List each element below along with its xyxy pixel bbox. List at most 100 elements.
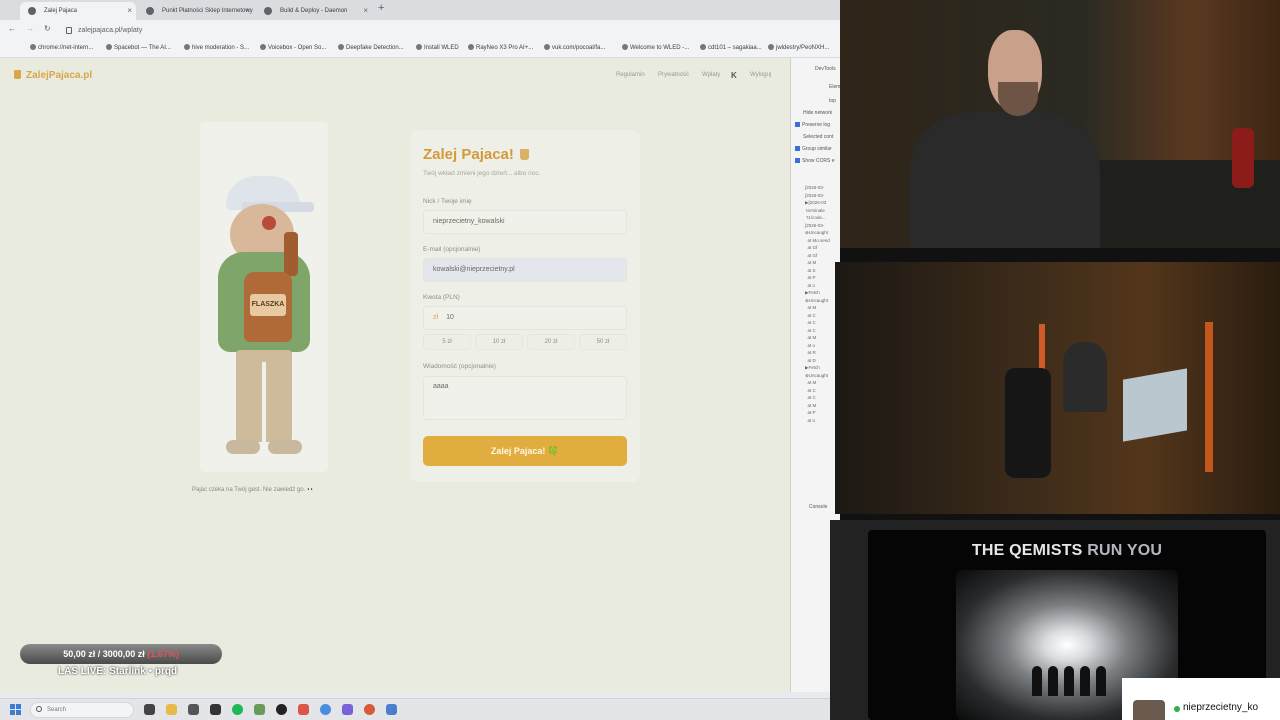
nav-avatar[interactable]: K — [731, 71, 737, 80]
amount-input[interactable]: zł 10 — [423, 306, 627, 330]
bookmark[interactable]: Deepfake Detection... — [338, 44, 404, 51]
task-view-icon[interactable] — [144, 704, 155, 715]
nav-regulamin[interactable]: Regulamin — [616, 72, 645, 78]
bookmark-icon — [468, 44, 474, 50]
search-icon — [36, 706, 42, 712]
message-label: Wiadomość (opcjonalnie) — [423, 363, 496, 370]
devtools-option[interactable]: Hide network — [803, 110, 832, 116]
bookmark[interactable]: Install WLED — [416, 44, 459, 51]
url-field[interactable]: zalejpajaca.pl/wplaty — [58, 23, 818, 39]
new-tab-icon[interactable]: + — [378, 2, 384, 14]
site-favicon-icon — [28, 7, 36, 15]
back-icon[interactable]: ← — [8, 24, 16, 33]
close-tab-icon[interactable]: × — [363, 2, 368, 20]
bookmark[interactable]: hive moderation - S... — [184, 44, 249, 51]
email-label: E-mail (opcjonalnie) — [423, 246, 481, 253]
site-favicon-icon — [264, 7, 272, 15]
app-icon[interactable] — [342, 704, 353, 715]
app-icon[interactable] — [298, 704, 309, 715]
devtools-option[interactable]: Selected cont — [803, 134, 833, 140]
close-tab-icon[interactable]: × — [127, 2, 132, 20]
bookmark-icon — [700, 44, 706, 50]
forward-icon[interactable]: → — [26, 24, 34, 33]
checkbox-checked-icon[interactable] — [795, 146, 800, 151]
reload-icon[interactable]: ↻ — [44, 24, 51, 33]
clown-illustration: FLASZKA — [200, 122, 328, 472]
bookmark-icon — [416, 44, 422, 50]
lock-icon — [66, 27, 72, 34]
donation-goal-bar: 50,00 zł / 3000,00 zł (1.67%) — [20, 644, 222, 664]
obs-icon[interactable] — [210, 704, 221, 715]
beer-icon — [14, 70, 21, 79]
email-input[interactable]: kowalski@nieprzecietny.pl — [423, 258, 627, 282]
terminal-icon[interactable] — [188, 704, 199, 715]
bookmark[interactable]: chrome://net-intern... — [30, 44, 93, 51]
message-input[interactable]: aaaa — [423, 376, 627, 420]
bookmark-icon — [184, 44, 190, 50]
checkbox-checked-icon[interactable] — [795, 122, 800, 127]
bookmark[interactable]: Welcome to WLED -... — [622, 44, 689, 51]
console-log: [2026-03- [2026-03- ▶[2026-03 terminale … — [805, 185, 830, 423]
bookmark-icon — [30, 44, 36, 50]
checkbox-checked-icon[interactable] — [795, 158, 800, 163]
app-icon[interactable] — [254, 704, 265, 715]
tab-bar: Zalej Pajaca × Punkt Płatności Sklep Int… — [0, 0, 840, 20]
windows-start-icon[interactable] — [10, 704, 21, 715]
tab-punkt-platnosci[interactable]: Punkt Płatności Sklep Internetowy × — [138, 2, 254, 20]
devtools-console-tab[interactable]: Console — [809, 504, 827, 510]
tab-zalej-pajaca[interactable]: Zalej Pajaca × — [20, 2, 136, 20]
bookmark[interactable]: Voicebox - Open So... — [260, 44, 326, 51]
donation-form: Zalej Pajaca! Twój wkład zmieni jego dzi… — [410, 130, 640, 482]
site-favicon-icon — [146, 7, 154, 15]
close-tab-icon[interactable]: × — [245, 2, 250, 20]
bookmark-icon — [544, 44, 550, 50]
spotify-icon[interactable] — [232, 704, 243, 715]
preset-5[interactable]: 5 zł — [423, 334, 471, 350]
devtools-tab-elements[interactable]: Elem — [829, 84, 840, 90]
devtools-context[interactable]: top — [829, 98, 836, 104]
album-title: THE QEMISTS RUN YOU — [971, 542, 1163, 559]
bookmark-icon — [260, 44, 266, 50]
file-explorer-icon[interactable] — [166, 704, 177, 715]
app-icon[interactable] — [364, 704, 375, 715]
bookmark-icon — [106, 44, 112, 50]
illustration-caption: Pajac czeka na Twój gest. Nie zawiedź go… — [192, 487, 315, 493]
tab-build-deploy[interactable]: Build & Deploy - Daemon × — [256, 2, 372, 20]
form-subtitle: Twój wkład zmieni jego dzień... albo noc… — [423, 170, 541, 177]
nick-label: Nick / Twoje imię — [423, 198, 472, 205]
browser-window: Zalej Pajaca × Punkt Płatności Sklep Int… — [0, 0, 840, 720]
bookmark[interactable]: cdt101 – sagakiaa... — [700, 44, 762, 51]
page-content: ZalejPajaca.pl Regulamin Prywatność Wpła… — [0, 58, 790, 692]
taskbar: Search — [0, 698, 840, 720]
nav-wplaty[interactable]: Wpłaty — [702, 72, 720, 78]
app-icon[interactable] — [276, 704, 287, 715]
chrome-icon[interactable] — [320, 704, 331, 715]
submit-button[interactable]: Zalej Pajaca! 🍀 — [423, 436, 627, 466]
avatar — [1133, 700, 1165, 720]
nav-logout[interactable]: Wyloguj — [750, 72, 771, 78]
bookmarks-bar: chrome://net-intern... Spacebot — The AI… — [0, 42, 840, 58]
bottle-label: FLASZKA — [250, 294, 286, 316]
beer-icon — [519, 149, 529, 160]
preset-50[interactable]: 50 zł — [579, 334, 627, 350]
app-icon[interactable] — [386, 704, 397, 715]
nav-prywatnosc[interactable]: Prywatność — [658, 72, 689, 78]
address-bar: ← → ↻ zalejpajaca.pl/wplaty — [0, 20, 840, 42]
webcam-closeup — [840, 0, 1280, 248]
preset-10[interactable]: 10 zł — [475, 334, 523, 350]
taskbar-search[interactable]: Search — [30, 702, 134, 718]
devtools-option[interactable]: Group similar — [795, 146, 832, 152]
bookmark[interactable]: jwldestry/PeoNXH... — [768, 44, 829, 51]
bookmark[interactable]: vuk.com/pocoal/fa... — [544, 44, 605, 51]
viewer-name: nieprzecietny_ko — [1183, 702, 1259, 713]
devtools-option[interactable]: Preserve log — [795, 122, 830, 128]
bookmark-icon — [768, 44, 774, 50]
amount-label: Kwota (PLN) — [423, 294, 460, 301]
preset-20[interactable]: 20 zł — [527, 334, 575, 350]
nick-input[interactable]: nieprzecietny_kowalski — [423, 210, 627, 234]
devtools-option[interactable]: Show CORS e — [795, 158, 835, 164]
bookmark[interactable]: Spacebot — The AI... — [106, 44, 171, 51]
site-logo[interactable]: ZalejPajaca.pl — [14, 70, 92, 81]
bookmark[interactable]: RayNeo X3 Pro AI+... — [468, 44, 533, 51]
bookmark-icon — [338, 44, 344, 50]
